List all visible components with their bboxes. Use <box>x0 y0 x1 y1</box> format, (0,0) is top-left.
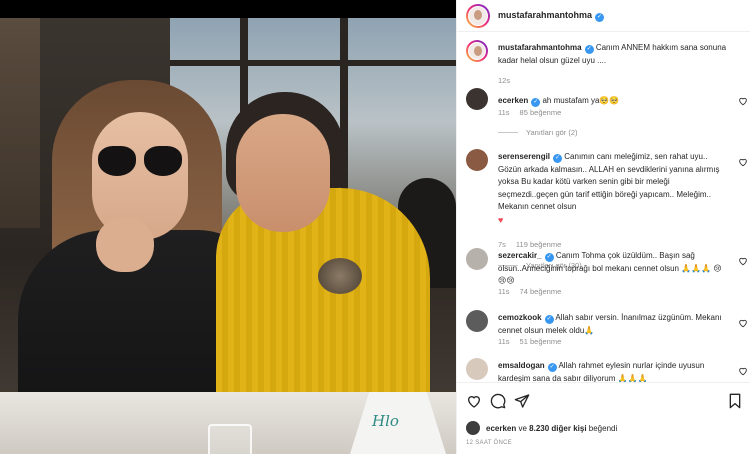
heart-icon[interactable] <box>738 256 748 266</box>
commenter-username[interactable]: serenserengil <box>498 152 550 161</box>
commenter-avatar[interactable] <box>466 310 488 332</box>
comment-meta: 11s 51 beğenme <box>498 337 571 346</box>
comment-text: cemozkook ✓ Allah sabır versin. İnanılmaz… <box>498 312 728 337</box>
caption-text: mustafarahmantohma ✓ Canım ANNEM hakkım s… <box>498 42 728 67</box>
liker-username[interactable]: ecerken <box>486 424 516 433</box>
post-time-ago: 12 SAAT ÖNCE <box>466 440 513 446</box>
comment-icon[interactable] <box>490 393 506 409</box>
comment-likes[interactable]: 74 beğenme <box>520 287 562 296</box>
heart-icon[interactable] <box>738 96 748 106</box>
verified-icon: ✓ <box>553 154 563 163</box>
caption-username[interactable]: mustafarahmantohma <box>498 43 582 52</box>
heart-icon[interactable] <box>466 393 482 409</box>
photo-drinking-glass <box>208 424 252 454</box>
verified-icon: ✓ <box>544 253 554 262</box>
post-actions-bar: ecerken ve 8.230 diğer kişi beğendi 12 S… <box>457 382 750 454</box>
commenter-username[interactable]: ecerken <box>498 96 528 105</box>
heart-icon[interactable] <box>738 157 748 167</box>
likes-connector: ve <box>518 423 527 433</box>
author-avatar[interactable] <box>466 3 490 28</box>
verified-icon: ✓ <box>544 315 554 324</box>
share-icon[interactable] <box>514 393 530 409</box>
heart-icon[interactable] <box>738 318 748 328</box>
verified-icon: ✓ <box>547 363 557 372</box>
commenter-avatar[interactable] <box>466 88 488 110</box>
likes-summary[interactable]: ecerken ve 8.230 diğer kişi beğendi <box>466 421 617 435</box>
comment-meta: 11s 74 beğenme <box>498 287 571 296</box>
photo-yellow-sweater <box>216 188 430 410</box>
photo-window-frame <box>170 60 456 66</box>
red-heart-emoji: ♥ <box>498 214 504 225</box>
commenter-username[interactable]: cemozkook <box>498 313 542 322</box>
liker-avatar <box>466 421 480 435</box>
bookmark-icon[interactable] <box>727 393 743 409</box>
photo-shelf <box>0 18 40 228</box>
view-replies-button[interactable]: Yanıtları gör (2) <box>498 128 578 137</box>
commenter-username[interactable]: sezercakir_ <box>498 251 542 260</box>
comment-likes[interactable]: 85 beğenme <box>520 108 562 117</box>
commenter-username[interactable]: emsaldogan <box>498 361 545 370</box>
commenter-avatar[interactable] <box>466 149 488 171</box>
photo-napkin-logo: Hlo <box>372 412 399 430</box>
comment-likes[interactable]: 119 beğenme <box>516 240 561 249</box>
heart-icon[interactable] <box>738 366 748 376</box>
comment-text: sezercakir_ ✓ Canım Tohma çok üzüldüm.. B… <box>498 250 728 288</box>
comment-time: 11s <box>498 287 510 296</box>
photo-hand <box>96 218 154 272</box>
commenter-avatar[interactable] <box>466 358 488 380</box>
post-header: mustafarahmantohma ✓ <box>457 0 750 32</box>
commenter-avatar[interactable] <box>466 248 488 270</box>
caption-avatar[interactable] <box>466 40 488 62</box>
comment-time: 7s <box>498 240 506 249</box>
author-username[interactable]: mustafarahmantohma ✓ <box>498 10 605 22</box>
post-side-panel: mustafarahmantohma ✓ mustafarahmantohma ✓ … <box>456 0 750 454</box>
comment-time: 11s <box>498 337 510 346</box>
verified-icon: ✓ <box>531 98 541 107</box>
comment-likes[interactable]: 51 beğenme <box>520 337 562 346</box>
comment-time: 11s <box>498 108 510 117</box>
comment-body: ah mustafam ya🥺🥺 <box>542 96 620 105</box>
comment-text: emsaldogan ✓ Allah rahmet eylesin nurlar … <box>498 360 728 382</box>
likes-count[interactable]: 8.230 diğer kişi <box>529 424 586 433</box>
photo-top-bar <box>0 0 456 18</box>
photo-woman-right-face <box>236 114 330 232</box>
comments-list[interactable]: mustafarahmantohma ✓ Canım ANNEM hakkım s… <box>457 32 750 382</box>
photo-sunglasses <box>98 146 184 180</box>
verified-icon: ✓ <box>595 12 605 22</box>
comment-text: ecerken ✓ ah mustafam ya🥺🥺 <box>498 95 728 108</box>
caption-time: 12s <box>498 76 511 85</box>
comment-meta: 11s 85 beğenme <box>498 108 571 117</box>
caption-meta: 12s <box>498 76 520 85</box>
photo-brooch <box>318 258 362 294</box>
likes-suffix: beğendi <box>588 423 618 433</box>
comment-meta: 7s 119 beğenme <box>498 240 571 249</box>
comment-text: serenserengil ✓ Canımın canı meleğimiz, s… <box>498 151 728 227</box>
verified-icon: ✓ <box>584 45 594 54</box>
post-photo[interactable]: Hlo <box>0 0 456 454</box>
